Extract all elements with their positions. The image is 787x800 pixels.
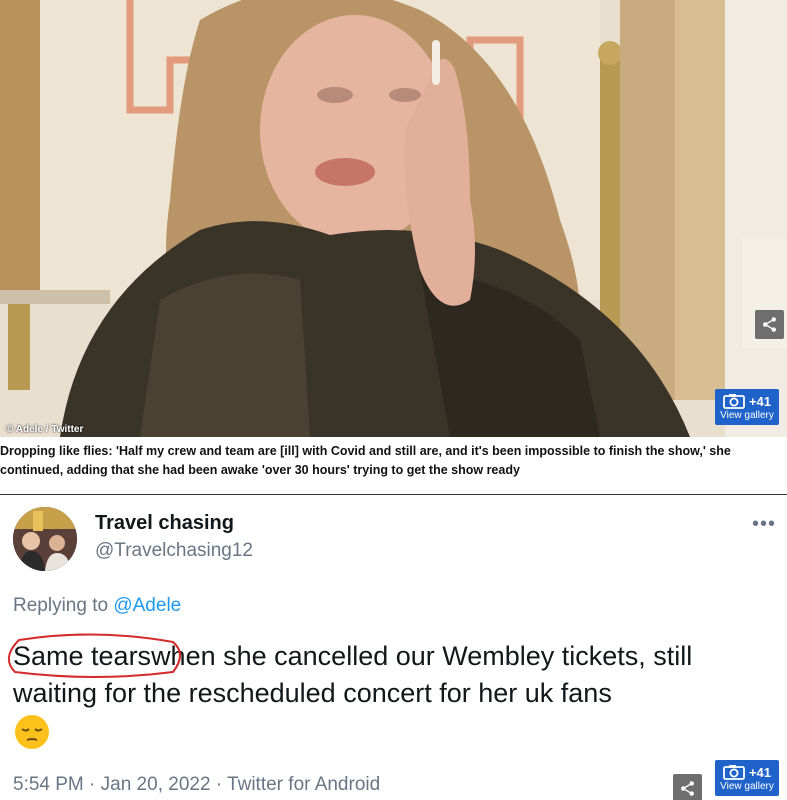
share-icon bbox=[763, 317, 776, 332]
photo-share-button[interactable] bbox=[755, 310, 784, 339]
photo-credit: © Adele / Twitter bbox=[6, 424, 84, 435]
embedded-tweet: Travel chasing @Travelchasing12 ••• Repl… bbox=[0, 495, 787, 800]
footer-view-gallery-button[interactable]: +41 View gallery bbox=[715, 760, 779, 796]
photo-scene bbox=[0, 0, 787, 437]
tweet-timestamp[interactable]: 5:54 PM · Jan 20, 2022 · Twitter for And… bbox=[13, 774, 380, 796]
tweet-text: Same tears when she cancelled our Wemble… bbox=[8, 633, 783, 712]
camera-icon bbox=[723, 765, 745, 780]
gallery-label: View gallery bbox=[720, 410, 774, 421]
view-gallery-button[interactable]: +41 View gallery bbox=[715, 389, 779, 425]
article-photo[interactable]: © Adele / Twitter +41 View gallery bbox=[0, 0, 787, 437]
circled-phrase: Same tears bbox=[8, 633, 181, 678]
avatar-photo bbox=[13, 507, 77, 571]
share-icon bbox=[681, 781, 694, 796]
footer-gallery-count: +41 bbox=[748, 764, 772, 780]
footer-gallery-label: View gallery bbox=[720, 781, 774, 792]
circled-text: Same tears bbox=[13, 641, 152, 671]
replying-mention-link[interactable]: @Adele bbox=[113, 595, 181, 616]
tweet-display-name[interactable]: Travel chasing bbox=[95, 512, 234, 535]
pensive-face-emoji bbox=[15, 715, 49, 749]
replying-prefix: Replying to bbox=[13, 595, 109, 616]
tweet-share-button[interactable] bbox=[673, 774, 702, 800]
tweet-handle[interactable]: @Travelchasing12 bbox=[95, 540, 253, 562]
camera-icon bbox=[723, 394, 745, 409]
gallery-count: +41 bbox=[748, 393, 772, 409]
photo-caption: Dropping like flies: 'Half my crew and t… bbox=[0, 444, 731, 477]
avatar[interactable] bbox=[13, 507, 77, 571]
replying-to: Replying to @Adele bbox=[13, 595, 181, 617]
more-options-icon[interactable]: ••• bbox=[752, 513, 776, 536]
